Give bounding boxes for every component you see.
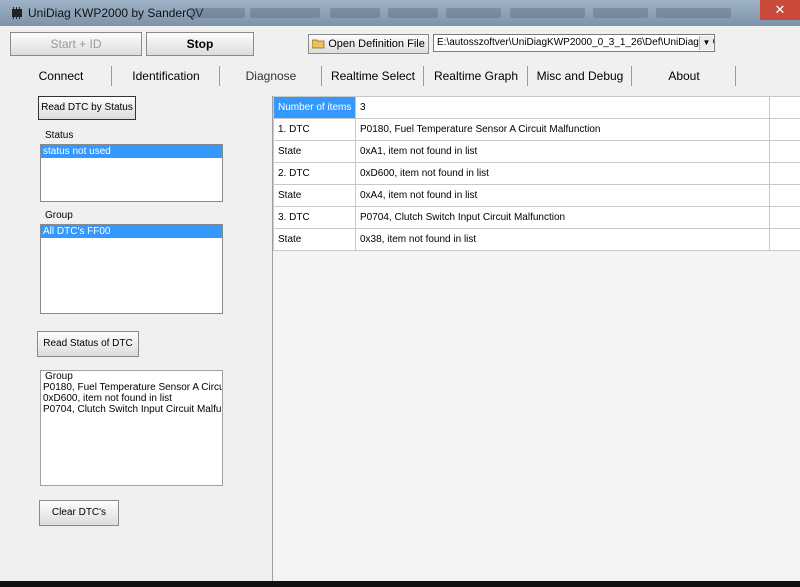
status-listbox[interactable]: status not used bbox=[40, 144, 223, 202]
chevron-down-icon[interactable]: ▼ bbox=[699, 36, 713, 50]
tab-diagnose[interactable]: Diagnose bbox=[220, 64, 322, 88]
start-id-button[interactable]: Start + ID bbox=[10, 32, 142, 56]
window-title: UniDiag KWP2000 by SanderQV bbox=[28, 6, 204, 20]
table-row[interactable]: 1. DTC P0180, Fuel Temperature Sensor A … bbox=[273, 118, 800, 141]
chip-icon bbox=[12, 7, 22, 19]
row-value: 0xA4, item not found in list bbox=[355, 184, 770, 207]
read-dtc-by-status-button[interactable]: Read DTC by Status bbox=[38, 96, 136, 120]
title-bar: UniDiag KWP2000 by SanderQV ✕ bbox=[0, 0, 800, 26]
list-item[interactable]: All DTC's FF00 bbox=[41, 225, 222, 238]
list-item[interactable]: P0704, Clutch Switch Input Circuit Malfu… bbox=[41, 404, 222, 415]
row-value: 0xA1, item not found in list bbox=[355, 140, 770, 163]
row-value: P0180, Fuel Temperature Sensor A Circuit… bbox=[355, 118, 770, 141]
status-caption: Status bbox=[45, 130, 74, 141]
background-blur bbox=[656, 8, 731, 18]
row-key: State bbox=[273, 184, 356, 207]
tab-connect[interactable]: Connect bbox=[10, 64, 112, 88]
row-extra bbox=[769, 228, 800, 251]
row-extra bbox=[769, 184, 800, 207]
table-row[interactable]: 2. DTC 0xD600, item not found in list bbox=[273, 162, 800, 185]
background-blur bbox=[446, 8, 501, 18]
row-value: P0704, Clutch Switch Input Circuit Malfu… bbox=[355, 206, 770, 229]
row-key: 3. DTC bbox=[273, 206, 356, 229]
definition-path: E:\autosszoftver\UniDiagKWP2000_0_3_1_26… bbox=[437, 37, 715, 48]
row-key: State bbox=[273, 140, 356, 163]
tab-about[interactable]: About bbox=[632, 64, 736, 88]
row-key: 2. DTC bbox=[273, 162, 356, 185]
background-blur bbox=[330, 8, 380, 18]
row-value: 0x38, item not found in list bbox=[355, 228, 770, 251]
group-caption: Group bbox=[45, 371, 73, 382]
tab-label: Identification bbox=[132, 69, 200, 83]
list-item[interactable]: 0xD600, item not found in list bbox=[41, 393, 222, 404]
table-row[interactable]: State 0xA1, item not found in list bbox=[273, 140, 800, 163]
tab-realtime-graph[interactable]: Realtime Graph bbox=[424, 64, 528, 88]
list-item[interactable]: P0180, Fuel Temperature Sensor A Circuit… bbox=[41, 382, 222, 393]
row-extra bbox=[769, 206, 800, 229]
tab-label: About bbox=[668, 69, 700, 83]
background-blur bbox=[388, 8, 438, 18]
row-key: 1. DTC bbox=[273, 118, 356, 141]
close-icon[interactable]: ✕ bbox=[760, 0, 800, 20]
main-window: Start + ID Stop Open Definition File E:\… bbox=[0, 26, 800, 581]
definition-file-select[interactable]: E:\autosszoftver\UniDiagKWP2000_0_3_1_26… bbox=[433, 34, 715, 52]
tab-label: Connect bbox=[38, 69, 84, 83]
row-extra bbox=[769, 162, 800, 185]
background-blur bbox=[593, 8, 648, 18]
desktop-background bbox=[0, 581, 800, 587]
background-blur bbox=[510, 8, 585, 18]
background-blur bbox=[190, 8, 245, 18]
tab-realtime-select[interactable]: Realtime Select bbox=[322, 64, 424, 88]
tab-identification[interactable]: Identification bbox=[112, 64, 220, 88]
folder-icon bbox=[311, 37, 325, 49]
results-table: Number of items 3 1. DTC P0180, Fuel Tem… bbox=[273, 96, 800, 251]
tab-misc-debug[interactable]: Misc and Debug bbox=[528, 64, 632, 88]
table-row[interactable]: Number of items 3 bbox=[273, 96, 800, 119]
open-definition-label: Open Definition File bbox=[328, 38, 425, 50]
group-caption: Group bbox=[45, 210, 73, 221]
clear-dtcs-button[interactable]: Clear DTC's bbox=[39, 500, 119, 526]
row-extra bbox=[769, 140, 800, 163]
row-extra bbox=[769, 118, 800, 141]
table-row[interactable]: State 0xA4, item not found in list bbox=[273, 184, 800, 207]
row-key: State bbox=[273, 228, 356, 251]
tab-label: Misc and Debug bbox=[536, 69, 624, 83]
tab-bar: Connect Identification Diagnose Realtime… bbox=[10, 64, 790, 88]
dtc-status-group: Group P0180, Fuel Temperature Sensor A C… bbox=[40, 370, 223, 486]
dtc-results-grid[interactable]: Number of items 3 1. DTC P0180, Fuel Tem… bbox=[272, 96, 800, 581]
row-key: Number of items bbox=[273, 96, 356, 119]
stop-button[interactable]: Stop bbox=[146, 32, 254, 56]
group-listbox[interactable]: All DTC's FF00 bbox=[40, 224, 223, 314]
row-value: 3 bbox=[355, 96, 770, 119]
row-value: 0xD600, item not found in list bbox=[355, 162, 770, 185]
open-definition-button[interactable]: Open Definition File bbox=[308, 34, 429, 54]
table-row[interactable]: 3. DTC P0704, Clutch Switch Input Circui… bbox=[273, 206, 800, 229]
row-extra bbox=[769, 96, 800, 119]
list-item[interactable]: status not used bbox=[41, 145, 222, 158]
table-row[interactable]: State 0x38, item not found in list bbox=[273, 228, 800, 251]
background-blur bbox=[250, 8, 320, 18]
tab-label: Realtime Select bbox=[330, 69, 416, 83]
tab-label: Diagnose bbox=[245, 69, 297, 83]
tab-label: Realtime Graph bbox=[433, 69, 519, 83]
read-status-of-dtc-button[interactable]: Read Status of DTC bbox=[37, 331, 139, 357]
